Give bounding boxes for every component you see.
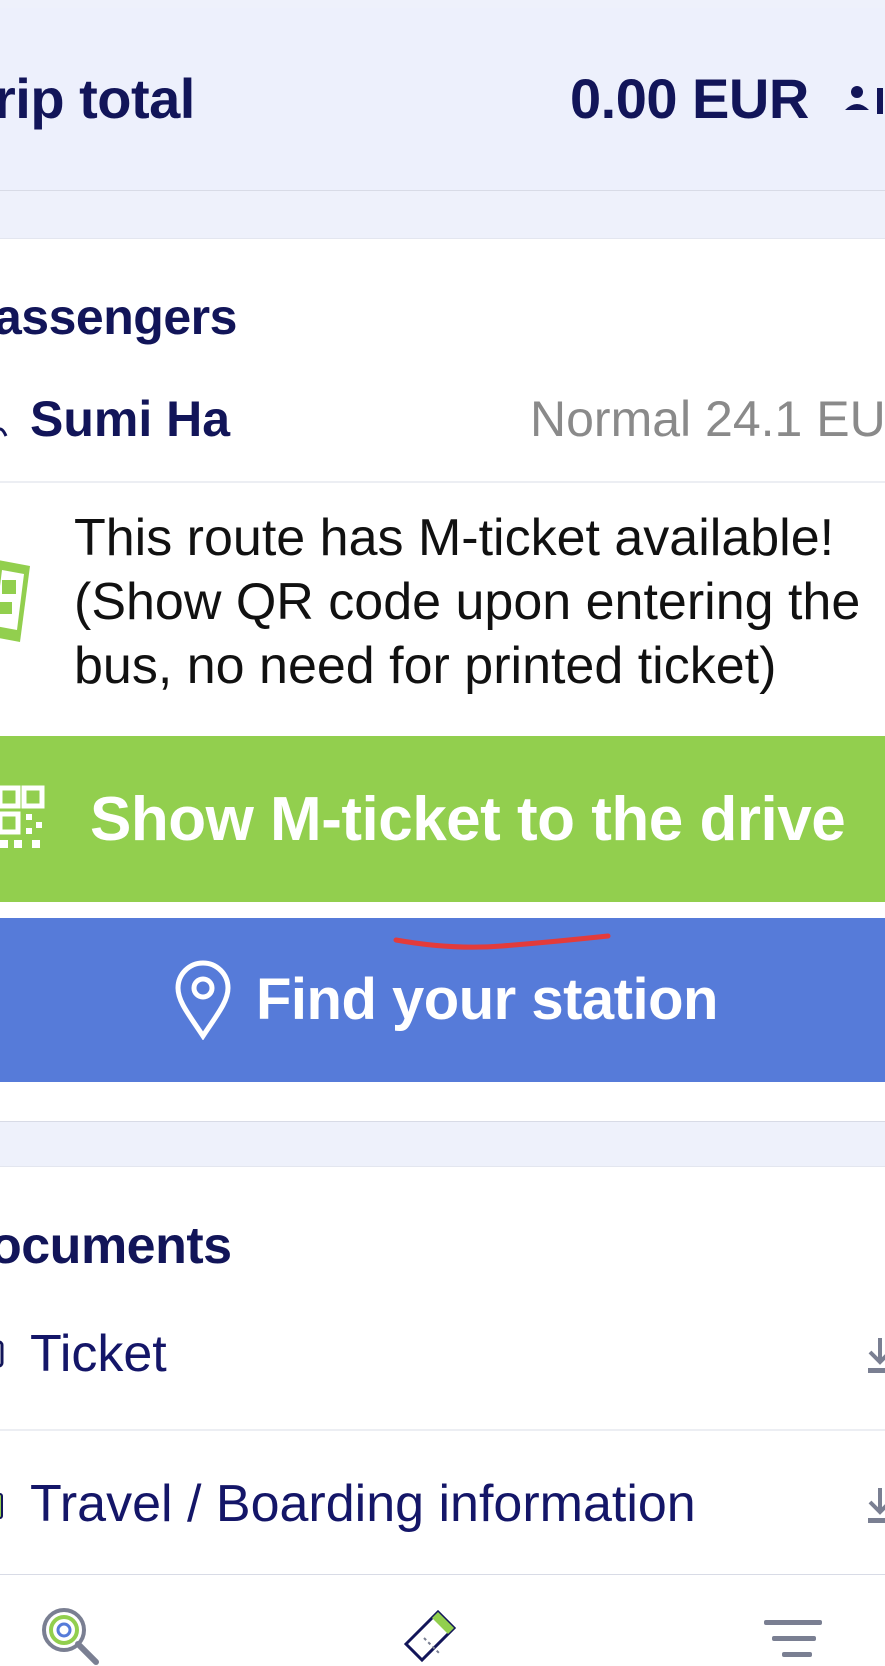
download-icon[interactable] — [866, 1486, 885, 1526]
trip-total-value: 0.00 EUR — [570, 67, 809, 130]
passenger-name: Sumi Ha — [30, 391, 231, 447]
menu-icon[interactable] — [762, 1616, 824, 1665]
person-icon[interactable] — [843, 84, 883, 118]
documents-heading: ocuments — [0, 1217, 232, 1275]
passengers-heading: assengers — [0, 289, 237, 345]
location-pin-icon — [175, 960, 231, 1040]
qr-code-icon — [0, 785, 45, 848]
ticket-icon[interactable] — [402, 1608, 474, 1665]
red-annotation-mark — [393, 933, 611, 950]
search-icon[interactable] — [40, 1606, 110, 1665]
find-station-button-label: Find your station — [256, 967, 718, 1032]
document-icon — [0, 1340, 4, 1368]
document-icon — [0, 1493, 3, 1519]
document-label-ticket: Ticket — [30, 1325, 167, 1383]
person-icon — [0, 427, 8, 437]
passenger-fare: Normal 24.1 EU — [530, 391, 885, 447]
document-label-travel-info: Travel / Boarding information — [30, 1475, 696, 1533]
divider — [0, 481, 885, 483]
divider — [0, 1429, 885, 1431]
mticket-notice-text: This route has M-ticket available! (Show… — [74, 509, 861, 695]
download-icon[interactable] — [866, 1336, 885, 1376]
phone-ticket-icon — [0, 560, 30, 642]
trip-total-label: rip total — [0, 67, 195, 130]
show-mticket-button-label: Show M-ticket to the drive — [90, 785, 846, 854]
